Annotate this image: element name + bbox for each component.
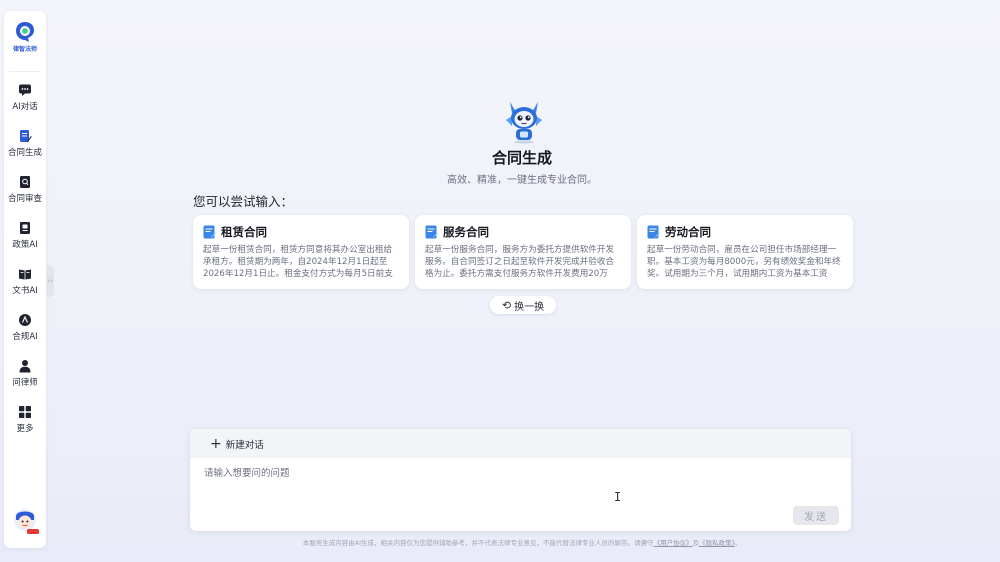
app-logo[interactable]: 律智法师 [4,21,46,53]
sidebar: 律智法师 AI对话 合同生成 合同审查 政策AI 文书AI 合规AI 问律师 更… [4,11,46,548]
compliance-badge-icon [19,314,31,326]
plus-icon: + [210,435,222,452]
question-input[interactable] [204,465,764,505]
logo-icon [16,22,34,42]
new-chat-label: 新建对话 [225,439,264,451]
card-title: 服务合同 [443,225,489,239]
policy-document-icon [20,222,30,234]
refresh-suggestions-button[interactable]: ⟲ 换一换 [490,296,556,314]
sidebar-item-ai-chat[interactable]: AI对话 [4,83,46,112]
open-book-icon [19,269,31,280]
sidebar-item-label: 更多 [16,424,34,434]
contract-document-icon [647,225,660,239]
sidebar-item-label: 合同审查 [7,194,42,204]
chat-toolbar: + 新建对话 [190,429,851,458]
text-cursor-icon: I [614,490,622,504]
suggestion-card-labor[interactable]: 劳动合同 起草一份劳动合同，雇员在公司担任市场部经理一职。基本工资为每月8000… [637,215,853,289]
sidebar-item-more[interactable]: 更多 [4,405,46,434]
new-chat-button[interactable]: + 新建对话 [202,434,272,453]
document-pen-icon [20,130,32,142]
card-title: 劳动合同 [665,225,711,239]
sidebar-item-ask-lawyer[interactable]: 问律师 [4,359,46,388]
lawyer-person-icon [19,360,31,373]
chat-bubble-icon [19,84,31,96]
sidebar-item-compliance-ai[interactable]: 合规AI [4,313,46,342]
suggestions-label: 您可以尝试输入： [193,194,294,209]
contract-document-icon [425,225,438,239]
robot-mascot-icon [506,102,542,144]
suggestion-card-lease[interactable]: 租赁合同 起草一份租赁合同，租赁方同意将其办公室出租给承租方。租赁期为两年，自2… [193,215,409,289]
card-title: 租赁合同 [221,225,267,239]
sidebar-item-policy-ai[interactable]: 政策AI [4,221,46,250]
user-agreement-link[interactable]: 《用户协议》 [654,539,693,547]
sidebar-item-label: 文书AI [12,286,38,296]
disclaimer-suffix: 。 [734,539,742,547]
privacy-policy-link[interactable]: 《隐私政策》 [699,539,735,547]
sidebar-item-label: 政策AI [12,240,38,250]
page-subtitle: 高效、精准，一键生成专业合同。 [447,175,597,186]
refresh-icon: ⟲ [501,298,512,312]
footer-disclaimer: 本服务生成内容由AI生成，相关内容仅为您提供辅助参考，并不代表法律专业意见，不能… [0,537,1000,547]
sidebar-item-label: 问律师 [12,378,38,388]
card-body: 起草一份劳动合同，雇员在公司担任市场部经理一职。基本工资为每月8000元，另有绩… [647,245,841,279]
page-title: 合同生成 [491,149,552,167]
disclaimer-text: 本服务生成内容由AI生成，相关内容仅为您提供辅助参考，并不代表法律专业意见，不能… [302,539,654,547]
card-body: 起草一份租赁合同，租赁方同意将其办公室出租给承租方。租赁期为两年，自2024年1… [203,245,393,279]
send-button[interactable]: 发送 [793,506,839,525]
sidebar-item-document-ai[interactable]: 文书AI [4,267,46,296]
contract-document-icon [203,225,216,239]
sidebar-divider [9,71,41,72]
refresh-label: 换一换 [514,301,545,313]
sidebar-item-label: AI对话 [12,102,38,112]
user-avatar-icon[interactable] [10,506,40,536]
card-body: 起草一份服务合同，服务方为委托方提供软件开发服务。自合同签订之日起至软件开发完成… [425,245,615,279]
sidebar-collapse-handle[interactable]: ›› [46,265,54,297]
suggestion-card-service[interactable]: 服务合同 起草一份服务合同，服务方为委托方提供软件开发服务。自合同签订之日起至软… [415,215,631,289]
chat-composer: + 新建对话 发送 [190,429,851,531]
sidebar-item-label: 合规AI [12,332,38,342]
logo-text: 律智法师 [12,46,37,53]
grid-icon [19,406,31,418]
